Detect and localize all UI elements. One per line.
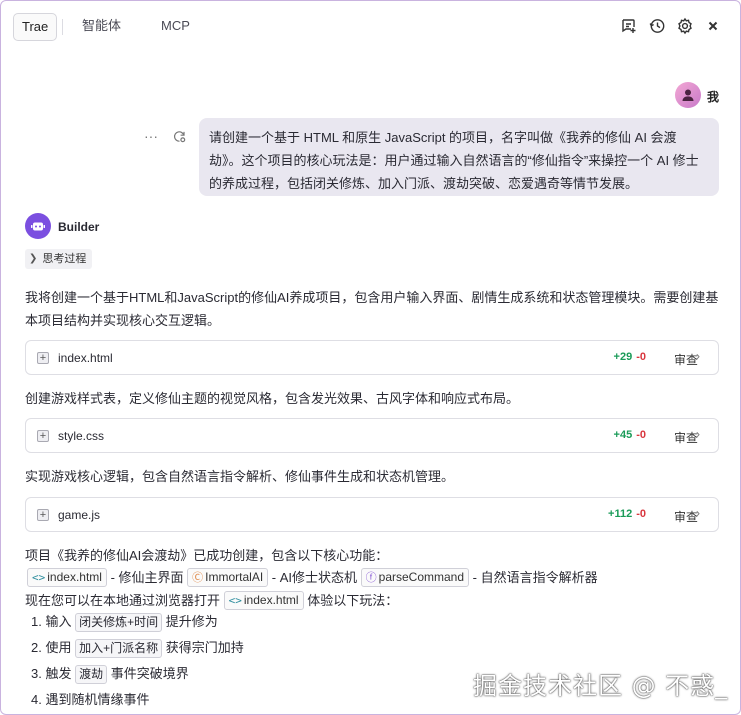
file-card-game-js[interactable]: + game.js +112 -0 审查 › — [25, 497, 719, 532]
chevron-right-icon: › — [696, 506, 700, 520]
summary-intro: 项目《我养的修仙AI会渡劫》已成功创建，包含以下核心功能： — [25, 548, 389, 563]
feature-description: - AI修士状态机 — [271, 570, 358, 585]
settings-gear-icon[interactable] — [676, 17, 694, 35]
chevron-right-icon: ❯ — [29, 253, 38, 264]
file-chip-index-html[interactable]: <> index.html — [27, 568, 107, 587]
resend-icon[interactable] — [171, 129, 187, 145]
tab-trae[interactable]: Trae — [13, 13, 58, 41]
tab-divider — [62, 19, 63, 35]
feature-description: - 自然语言指令解析器 — [472, 570, 598, 585]
file-name: style.css — [58, 429, 105, 443]
review-button[interactable]: 审查 — [674, 351, 698, 368]
tab-agents[interactable]: 智能体 — [74, 13, 129, 41]
new-chat-icon[interactable] — [620, 17, 638, 35]
diff-stats: +29 -0 — [613, 351, 646, 363]
builder-name: Builder — [58, 220, 100, 234]
tab-mcp[interactable]: MCP — [153, 13, 198, 41]
file-card-index-html[interactable]: + index.html +29 -0 审查 › — [25, 340, 719, 375]
list-item: 1. 输入 闭关修炼+时间 提升修为 — [31, 612, 218, 632]
inline-code: 加入+门派名称 — [75, 639, 163, 658]
review-button[interactable]: 审查 — [674, 429, 698, 446]
thinking-process-label: 思考过程 — [42, 253, 87, 265]
file-name: game.js — [58, 508, 101, 522]
try-it-line: 现在您可以在本地通过浏览器打开 <> index.html 体验以下玩法： — [25, 591, 399, 610]
close-icon[interactable] — [704, 17, 722, 35]
history-icon[interactable] — [648, 17, 666, 35]
code-brackets-icon: <> — [228, 594, 242, 607]
list-item: 2. 使用 加入+门派名称 获得宗门加持 — [31, 638, 244, 658]
summary-features-line: <> index.html - 修仙主界面 Ⓒ ImmortalAI - AI修士状… — [27, 566, 598, 589]
code-brackets-icon: <> — [32, 571, 46, 584]
builder-paragraph-2: 创建游戏样式表，定义修仙主题的视觉风格，包含发光效果、古风字体和响应式布局。 — [25, 391, 520, 406]
review-button[interactable]: 审查 — [674, 508, 698, 525]
chevron-right-icon: › — [696, 427, 700, 441]
expand-plus-icon[interactable]: + — [37, 352, 49, 364]
file-name: index.html — [58, 351, 113, 365]
expand-plus-icon[interactable]: + — [37, 509, 49, 521]
symbol-chip-parsecommand[interactable]: ⓕ parseCommand — [360, 568, 470, 587]
diff-stats: +112 -0 — [608, 508, 646, 520]
symbol-chip-immortalai[interactable]: Ⓒ ImmortalAI — [187, 568, 269, 587]
expand-plus-icon[interactable]: + — [37, 430, 49, 442]
feature-description: - 修仙主界面 — [110, 570, 184, 585]
list-item: 3. 触发 渡劫 事件突破境界 — [31, 664, 189, 684]
top-bar: Trae 智能体 MCP — [1, 1, 740, 51]
watermark: 掘金技术社区 @ 不惑_ — [473, 672, 729, 700]
list-item: 4. 遇到随机情缘事件 — [31, 692, 150, 707]
diff-stats: +45 -0 — [613, 429, 646, 441]
user-message-bubble: 请创建一个基于 HTML 和原生 JavaScript 的项目，名字叫做《我养的… — [199, 118, 719, 196]
function-icon: ⓕ — [365, 571, 377, 584]
chat-panel: Trae 智能体 MCP 我 ··· 请创建一个基于 HTML 和原生 Java… — [0, 0, 741, 715]
thinking-process-toggle[interactable]: ❯ 思考过程 — [25, 249, 93, 269]
file-card-style-css[interactable]: + style.css +45 -0 审查 › — [25, 418, 719, 453]
more-options-icon[interactable]: ··· — [143, 129, 159, 145]
inline-code: 渡劫 — [75, 665, 108, 684]
user-name: 我 — [707, 90, 720, 104]
file-chip-index-html[interactable]: <> index.html — [223, 591, 304, 610]
builder-paragraph-3: 实现游戏核心逻辑，包含自然语言指令解析、修仙事件生成和状态机管理。 — [25, 469, 455, 484]
inline-code: 闭关修炼+时间 — [75, 613, 163, 632]
class-icon: Ⓒ — [192, 571, 204, 584]
builder-paragraph-1: 我将创建一个基于HTML和JavaScript的修仙AI养成项目，包含用户输入界… — [25, 290, 719, 328]
user-avatar — [675, 82, 701, 108]
builder-avatar — [25, 213, 51, 239]
chevron-right-icon: › — [696, 349, 700, 363]
